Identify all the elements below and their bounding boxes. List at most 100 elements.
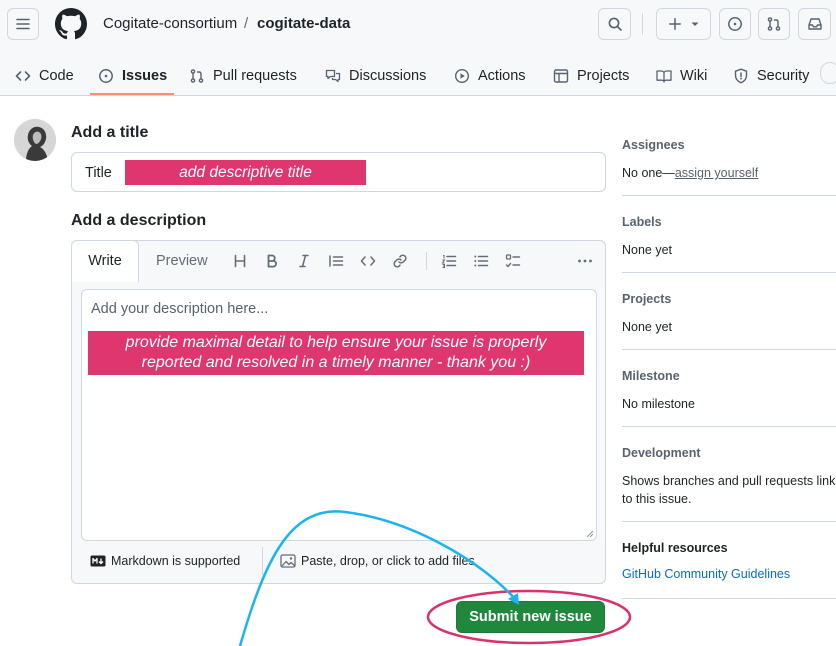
task-list-button[interactable] <box>503 251 523 271</box>
markdown-supported-label: Markdown is supported <box>111 554 241 568</box>
shield-icon <box>734 68 748 84</box>
sidebar-divider <box>622 598 836 599</box>
community-guidelines-link[interactable]: GitHub Community Guidelines <box>622 565 790 583</box>
tab-pull-requests[interactable]: Pull requests <box>189 56 297 96</box>
italic-button[interactable] <box>294 251 314 271</box>
tab-pull-requests-label: Pull requests <box>213 68 297 84</box>
markdown-supported-link[interactable]: Markdown is supported <box>90 554 240 568</box>
tab-write[interactable]: Write <box>71 240 139 282</box>
tab-projects[interactable]: Projects <box>553 56 629 96</box>
markdown-icon <box>90 555 106 567</box>
comment-discussion-icon <box>325 69 341 83</box>
labels-heading[interactable]: Labels <box>622 215 672 229</box>
your-pull-requests-button[interactable] <box>758 8 790 40</box>
assign-yourself-link[interactable]: assign yourself <box>675 166 758 180</box>
github-logo-icon[interactable] <box>55 8 87 40</box>
search-icon <box>608 17 622 31</box>
milestone-heading[interactable]: Milestone <box>622 369 695 383</box>
inbox-icon <box>807 18 822 30</box>
sidebar-divider <box>622 349 836 350</box>
milestone-value: No milestone <box>622 397 695 411</box>
description-annotation-line-1: provide maximal detail to help ensure yo… <box>125 334 547 351</box>
git-pull-request-icon <box>767 17 781 31</box>
description-editor: Write Preview Add your description here.… <box>71 240 606 584</box>
footer-divider <box>262 547 263 575</box>
plus-icon <box>668 18 681 30</box>
hamburger-icon <box>16 18 30 30</box>
development-line-1: Shows branches and pull requests link <box>622 474 836 488</box>
description-textarea[interactable]: Add your description here... provide max… <box>81 289 597 541</box>
tab-security[interactable]: Security <box>733 56 809 96</box>
git-pull-request-icon <box>190 69 204 83</box>
title-heading: Add a title <box>71 124 149 141</box>
notifications-button[interactable] <box>798 8 831 40</box>
list-ordered-icon <box>441 255 457 268</box>
attach-files-label: Paste, drop, or click to add files <box>301 554 475 568</box>
assignees-value: No one—assign yourself <box>622 164 758 182</box>
assignees-section: Assignees No one—assign yourself <box>622 138 758 182</box>
tasklist-icon <box>505 254 521 268</box>
play-icon <box>454 68 470 84</box>
title-input-label: Title <box>85 165 112 181</box>
header-divider <box>642 13 643 35</box>
helpful-resources-heading: Helpful resources <box>622 541 728 555</box>
numbered-list-button[interactable] <box>439 251 459 271</box>
tab-issues[interactable]: Issues <box>98 56 167 96</box>
link-icon <box>393 254 407 268</box>
book-icon <box>656 70 672 83</box>
toolbar-divider <box>426 252 427 270</box>
tab-actions[interactable]: Actions <box>454 56 526 96</box>
title-input[interactable]: Title add descriptive title <box>71 152 606 192</box>
resize-handle-icon[interactable] <box>586 530 594 538</box>
tab-security-label: Security <box>757 68 810 84</box>
sidebar-divider <box>622 272 836 273</box>
code-button[interactable] <box>358 251 378 271</box>
tab-discussions[interactable]: Discussions <box>325 56 426 96</box>
tab-issues-label: Issues <box>122 68 168 84</box>
code-icon <box>360 256 376 266</box>
development-value: Shows branches and pull requests link to… <box>622 472 836 508</box>
projects-heading[interactable]: Projects <box>622 292 672 306</box>
title-annotation: add descriptive title <box>125 160 366 185</box>
user-photo-icon <box>14 119 56 161</box>
italic-icon <box>299 254 309 268</box>
repo-name-link[interactable]: cogitate-data <box>257 15 350 32</box>
helpful-resources-section: Helpful resources GitHub Community Guide… <box>622 541 790 583</box>
bold-button[interactable] <box>262 251 282 271</box>
issue-opened-icon <box>99 69 113 83</box>
sidebar-divider <box>622 195 836 196</box>
projects-section: Projects None yet <box>622 292 672 336</box>
description-placeholder: Add your description here... <box>91 301 269 317</box>
quote-icon <box>329 255 344 267</box>
more-tabs-button[interactable] <box>820 62 836 84</box>
tab-preview[interactable]: Preview <box>156 253 208 269</box>
assignees-heading[interactable]: Assignees <box>622 138 758 152</box>
kebab-horizontal-icon <box>578 259 592 263</box>
quote-button[interactable] <box>326 251 346 271</box>
repo-owner-link[interactable]: Cogitate-consortium <box>103 15 237 32</box>
link-button[interactable] <box>390 251 410 271</box>
your-issues-button[interactable] <box>719 8 751 40</box>
attach-files-button[interactable]: Paste, drop, or click to add files <box>280 554 475 568</box>
create-new-button[interactable] <box>656 8 711 40</box>
bold-icon <box>267 254 277 268</box>
tab-projects-label: Projects <box>577 68 630 84</box>
avatar[interactable] <box>14 119 56 161</box>
labels-section: Labels None yet <box>622 215 672 259</box>
active-tab-indicator <box>90 93 174 95</box>
labels-value: None yet <box>622 243 673 257</box>
global-nav-menu-button[interactable] <box>7 8 39 40</box>
assignees-none: No one— <box>622 166 675 180</box>
development-heading[interactable]: Development <box>622 446 836 460</box>
bullet-list-button[interactable] <box>471 251 491 271</box>
heading-button[interactable] <box>230 251 250 271</box>
description-annotation-line-2: reported and resolved in a timely manner… <box>141 354 531 371</box>
tab-code[interactable]: Code <box>15 56 74 96</box>
more-options-button[interactable] <box>575 251 595 271</box>
tab-wiki[interactable]: Wiki <box>656 56 707 96</box>
triangle-down-icon <box>691 22 698 26</box>
issue-opened-icon <box>728 17 742 31</box>
development-line-2: to this issue. <box>622 492 692 506</box>
submit-new-issue-button[interactable]: Submit new issue <box>456 601 605 633</box>
search-button[interactable] <box>598 8 631 40</box>
